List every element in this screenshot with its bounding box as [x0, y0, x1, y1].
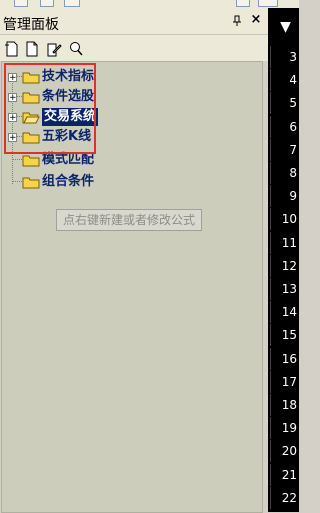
panel-titlebar: 管理面板 ×: [0, 8, 268, 35]
tree-item-label: 组合条件: [42, 174, 95, 189]
tree-item-combined-conditions[interactable]: 组合条件: [2, 173, 202, 191]
row-number[interactable]: 17: [270, 370, 299, 393]
highlight-box: [4, 63, 96, 154]
row-number[interactable]: 9: [270, 185, 299, 208]
panel-toolbar: [0, 35, 268, 61]
context-hint: 点右键新建或者修改公式: [56, 209, 202, 231]
row-number[interactable]: 18: [270, 394, 299, 416]
column-dropdown-icon[interactable]: ▼: [272, 16, 299, 38]
toolbar-button[interactable]: [14, 0, 28, 7]
row-number[interactable]: 4: [270, 69, 299, 92]
row-number[interactable]: 8: [270, 162, 299, 184]
row-number[interactable]: 13: [270, 278, 299, 300]
row-number[interactable]: 19: [270, 417, 299, 440]
toolbar-button[interactable]: [40, 0, 54, 7]
pin-icon[interactable]: [232, 15, 242, 27]
row-number[interactable]: 22: [270, 486, 299, 509]
edit-icon[interactable]: [46, 41, 64, 59]
close-icon[interactable]: ×: [249, 13, 263, 27]
row-number[interactable]: 11: [270, 231, 299, 254]
row-number[interactable]: 21: [270, 463, 299, 486]
folder-icon: [22, 153, 40, 167]
row-number[interactable]: 12: [270, 254, 299, 277]
row-number[interactable]: 20: [270, 440, 299, 463]
search-icon[interactable]: [68, 41, 86, 59]
panel-title: 管理面板: [3, 17, 59, 33]
row-number[interactable]: 7: [270, 138, 299, 161]
open-icon[interactable]: [24, 41, 42, 59]
row-number[interactable]: 6: [270, 115, 299, 138]
toolbar-button[interactable]: [236, 0, 250, 7]
row-number[interactable]: 10: [270, 208, 299, 231]
toolbar-button[interactable]: [258, 0, 278, 7]
folder-icon: [22, 175, 40, 189]
row-number[interactable]: 5: [270, 92, 299, 115]
row-number[interactable]: 16: [270, 347, 299, 370]
row-number[interactable]: 3: [270, 46, 299, 68]
row-number[interactable]: 15: [270, 324, 299, 347]
management-panel: 管理面板 × + 技术指标 + 条件选股 + 交易系统 + 五彩K线 模式匹配 …: [0, 8, 269, 513]
row-number[interactable]: 14: [270, 301, 299, 324]
new-icon[interactable]: [4, 41, 22, 59]
toolbar-button[interactable]: [64, 0, 80, 7]
